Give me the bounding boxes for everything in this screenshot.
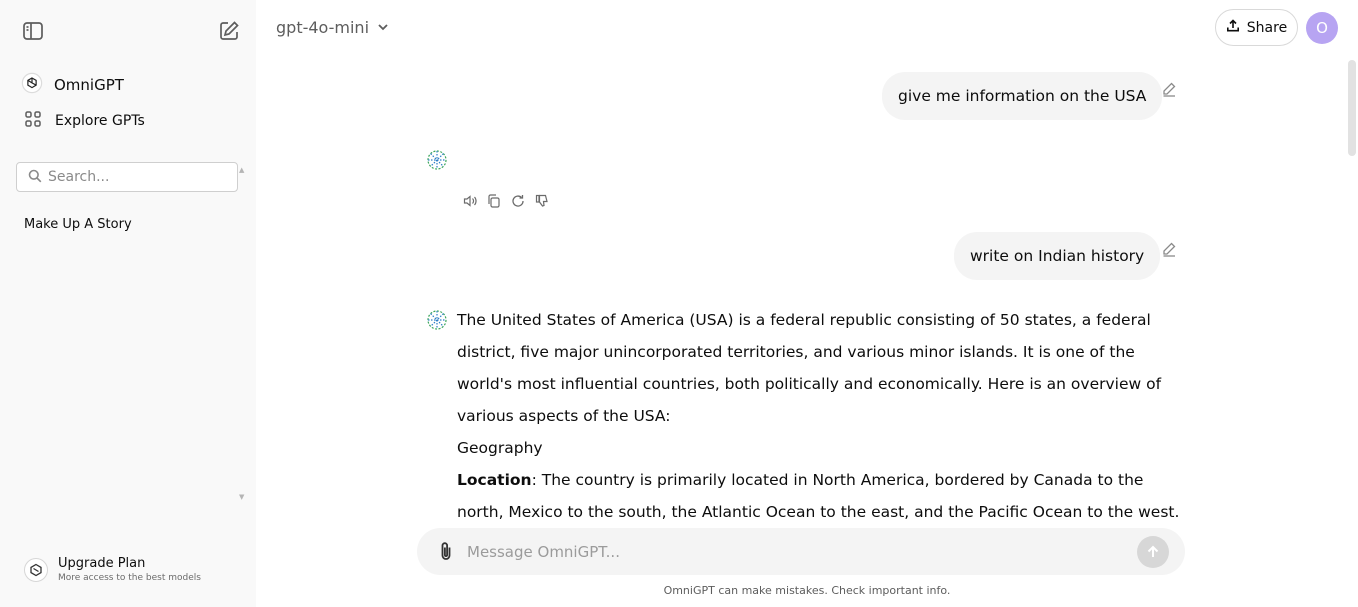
message-composer — [417, 528, 1185, 575]
sidebar-scroll-up-arrow[interactable]: ▲ — [239, 166, 244, 174]
model-selector[interactable]: gpt-4o-mini — [276, 18, 389, 37]
assistant-message: The United States of America (USA) is a … — [457, 304, 1187, 560]
answer-intro: The United States of America (USA) is a … — [457, 311, 1162, 425]
search-icon — [28, 168, 42, 187]
answer-section-heading: Geography — [457, 439, 543, 457]
paperclip-icon[interactable] — [435, 540, 457, 562]
edit-pencil-icon[interactable] — [1161, 241, 1177, 257]
upgrade-plan-title: Upgrade Plan — [58, 556, 146, 571]
sidebar-toggle-icon[interactable] — [21, 19, 45, 43]
user-message: give me information on the USA — [882, 72, 1163, 120]
user-message: write on Indian history — [954, 232, 1161, 280]
message-input[interactable] — [465, 536, 1119, 568]
upgrade-plan-button[interactable]: Upgrade Plan More access to the best mod… — [24, 555, 201, 584]
upgrade-icon — [24, 557, 48, 582]
history-item[interactable]: Make Up A Story — [24, 217, 132, 232]
grid-icon — [24, 110, 42, 132]
chat-scrollbar[interactable] — [1348, 60, 1356, 156]
send-button[interactable] — [1137, 536, 1169, 568]
search-placeholder: Search... — [48, 169, 110, 185]
message-actions — [462, 193, 550, 209]
model-name: gpt-4o-mini — [276, 18, 370, 37]
edit-pencil-icon[interactable] — [1161, 81, 1177, 97]
thumbs-down-icon[interactable] — [534, 193, 550, 209]
user-avatar[interactable]: O — [1306, 12, 1338, 44]
sidebar: OmniGPT Explore GPTs Search... ▲ ▼ Make … — [0, 0, 256, 607]
arrow-up-icon — [1147, 545, 1159, 557]
sidebar-scroll-down-arrow[interactable]: ▼ — [239, 493, 244, 501]
copy-icon[interactable] — [486, 193, 502, 209]
upgrade-plan-subtitle: More access to the best models — [58, 573, 201, 583]
speaker-icon[interactable] — [462, 193, 478, 209]
openai-logo-icon — [21, 72, 43, 98]
explore-gpts-link[interactable]: Explore GPTs — [24, 110, 145, 132]
regenerate-icon[interactable] — [510, 193, 526, 209]
chevron-down-icon — [377, 18, 389, 37]
upload-icon — [1226, 18, 1240, 37]
disclaimer-text: OmniGPT can make mistakes. Check importa… — [663, 584, 951, 597]
bot-logo-icon — [426, 309, 448, 331]
share-label: Share — [1246, 19, 1288, 36]
new-chat-icon[interactable] — [217, 19, 241, 43]
sidebar-brand[interactable]: OmniGPT — [21, 72, 124, 98]
explore-gpts-label: Explore GPTs — [55, 113, 145, 129]
sidebar-brand-label: OmniGPT — [54, 76, 124, 94]
bot-logo-icon — [426, 149, 448, 171]
share-button[interactable]: Share — [1215, 9, 1298, 46]
search-input[interactable]: Search... — [16, 162, 238, 192]
answer-location-label: Location — [457, 471, 532, 489]
